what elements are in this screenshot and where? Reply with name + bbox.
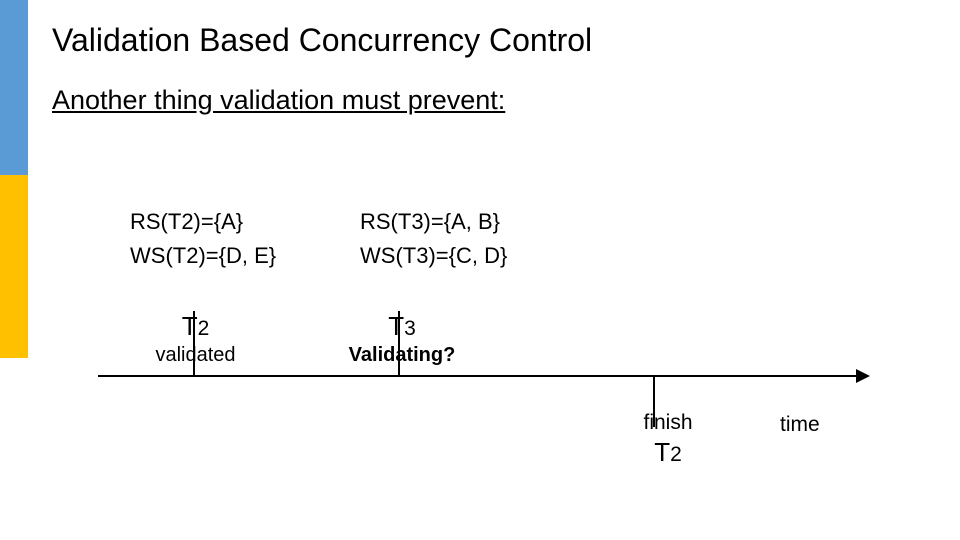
finish-word: finish [623,411,713,435]
label-finish: finish T2 [623,411,713,468]
timeline: T2 validated T3 Validating? finish T2 ti… [98,375,858,376]
accent-bar [0,0,28,540]
rs-t2: RS(T2)={A} [130,205,360,239]
finish-tx-sub: 2 [670,443,682,466]
t2-name-prefix: T [182,311,198,341]
ws-t3: WS(T3)={C, D} [360,239,507,273]
t3-name-prefix: T [388,311,404,341]
arrow-right-icon [856,369,870,383]
ws-t2: WS(T2)={D, E} [130,239,360,273]
label-t2: T2 validated [148,311,243,367]
t3-status: Validating? [338,344,466,367]
subtitle: Another thing validation must prevent: [52,85,505,116]
accent-blue [0,0,28,175]
label-t3: T3 Validating? [338,311,466,367]
accent-yellow-bottom [0,213,28,358]
accent-yellow-top [0,175,28,213]
rs-t3: RS(T3)={A, B} [360,205,500,239]
page-title: Validation Based Concurrency Control [52,22,592,59]
t2-name-sub: 2 [198,317,210,340]
t2-status: validated [148,344,243,367]
timeline-axis [98,375,858,377]
finish-tx-prefix: T [654,437,670,467]
slide: Validation Based Concurrency Control Ano… [0,0,960,540]
axis-label-time: time [780,413,820,437]
read-write-sets: RS(T2)={A} RS(T3)={A, B} WS(T2)={D, E} W… [130,205,507,273]
t3-name-sub: 3 [404,317,416,340]
